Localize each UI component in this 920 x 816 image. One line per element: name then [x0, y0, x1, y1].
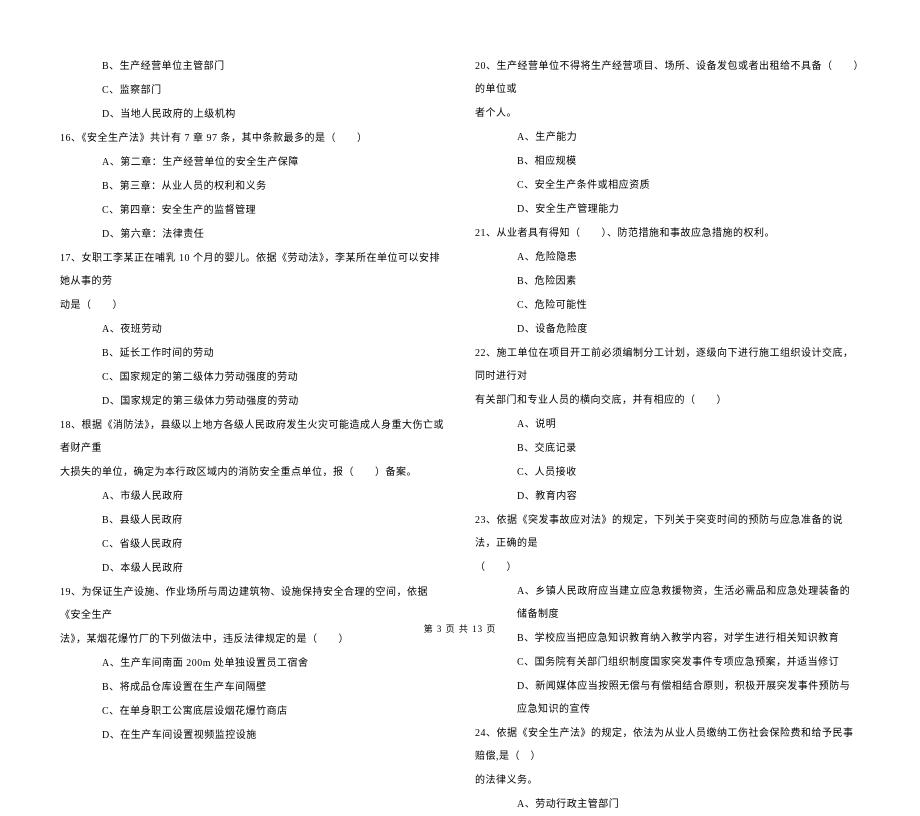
q15-option-b: B、生产经营单位主管部门: [60, 55, 445, 78]
q19-stem-1: 19、为保证生产设施、作业场所与周边建筑物、设施保持安全合理的空间，依据《安全生…: [60, 581, 445, 627]
q20-option-b: B、相应规模: [475, 150, 860, 173]
q17-option-a: A、夜班劳动: [60, 318, 445, 341]
q20-stem-1: 20、生产经营单位不得将生产经营项目、场所、设备发包或者出租给不具备（ ）的单位…: [475, 55, 860, 101]
q19-option-d: D、在生产车间设置视频监控设施: [60, 724, 445, 747]
q22-stem-1: 22、施工单位在项目开工前必须编制分工计划，逐级向下进行施工组织设计交底，同时进…: [475, 342, 860, 388]
q21-stem: 21、从业者具有得知（ ）、防范措施和事故应急措施的权利。: [475, 222, 860, 245]
q24-option-a: A、劳动行政主管部门: [475, 793, 860, 816]
q16-option-d: D、第六章：法律责任: [60, 223, 445, 246]
left-column: B、生产经营单位主管部门 C、监察部门 D、当地人民政府的上级机构 16、《安全…: [60, 55, 445, 615]
q24-stem-2: 的法律义务。: [475, 769, 860, 792]
q18-option-b: B、县级人民政府: [60, 509, 445, 532]
q17-stem-2: 动是（ ）: [60, 294, 445, 317]
page-footer: 第 3 页 共 13 页: [0, 622, 920, 635]
q22-option-d: D、教育内容: [475, 485, 860, 508]
q18-stem-2: 大损失的单位，确定为本行政区域内的消防安全重点单位，报（ ）备案。: [60, 461, 445, 484]
q18-option-a: A、市级人民政府: [60, 485, 445, 508]
q20-option-c: C、安全生产条件或相应资质: [475, 174, 860, 197]
page-container: B、生产经营单位主管部门 C、监察部门 D、当地人民政府的上级机构 16、《安全…: [60, 55, 860, 615]
q17-option-b: B、延长工作时间的劳动: [60, 342, 445, 365]
q22-option-c: C、人员接收: [475, 461, 860, 484]
q22-option-b: B、交底记录: [475, 437, 860, 460]
q20-stem-2: 者个人。: [475, 102, 860, 125]
q15-option-d: D、当地人民政府的上级机构: [60, 103, 445, 126]
q21-option-a: A、危险隐患: [475, 246, 860, 269]
q19-option-a: A、生产车间南面 200m 处单独设置员工宿舍: [60, 652, 445, 675]
q18-option-d: D、本级人民政府: [60, 557, 445, 580]
q19-option-b: B、将成品仓库设置在生产车间隔壁: [60, 676, 445, 699]
q18-option-c: C、省级人民政府: [60, 533, 445, 556]
q21-option-d: D、设备危险度: [475, 318, 860, 341]
q16-option-b: B、第三章：从业人员的权利和义务: [60, 175, 445, 198]
right-column: 20、生产经营单位不得将生产经营项目、场所、设备发包或者出租给不具备（ ）的单位…: [475, 55, 860, 615]
q17-option-d: D、国家规定的第三级体力劳动强度的劳动: [60, 390, 445, 413]
q16-option-c: C、第四章：安全生产的监督管理: [60, 199, 445, 222]
q17-stem-1: 17、女职工李某正在哺乳 10 个月的婴儿。依据《劳动法》，李某所在单位可以安排…: [60, 247, 445, 293]
q24-stem-1: 24、依据《安全生产法》的规定，依法为从业人员缴纳工伤社会保险费和给予民事赔偿,…: [475, 722, 860, 768]
q20-option-d: D、安全生产管理能力: [475, 198, 860, 221]
q15-option-c: C、监察部门: [60, 79, 445, 102]
q20-option-a: A、生产能力: [475, 126, 860, 149]
q23-stem-2: （ ）: [475, 556, 860, 579]
q22-option-a: A、说明: [475, 413, 860, 436]
q18-stem-1: 18、根据《消防法》，县级以上地方各级人民政府发生火灾可能造成人身重大伤亡或者财…: [60, 414, 445, 460]
q19-option-c: C、在单身职工公寓底层设烟花爆竹商店: [60, 700, 445, 723]
q23-option-a: A、乡镇人民政府应当建立应急救援物资，生活必需品和应急处理装备的储备制度: [475, 580, 860, 626]
q23-option-d: D、新闻媒体应当按照无偿与有偿相结合原则，积极开展突发事件预防与应急知识的宣传: [475, 675, 860, 721]
q23-stem-1: 23、依据《突发事故应对法》的规定，下列关于突变时间的预防与应急准备的说法，正确…: [475, 509, 860, 555]
q21-option-b: B、危险因素: [475, 270, 860, 293]
q22-stem-2: 有关部门和专业人员的横向交底，并有相应的（ ）: [475, 389, 860, 412]
q21-option-c: C、危险可能性: [475, 294, 860, 317]
q17-option-c: C、国家规定的第二级体力劳动强度的劳动: [60, 366, 445, 389]
q16-option-a: A、第二章：生产经营单位的安全生产保障: [60, 151, 445, 174]
q16-stem: 16、《安全生产法》共计有 7 章 97 条，其中条款最多的是（ ）: [60, 127, 445, 150]
q23-option-c: C、国务院有关部门组织制度国家突发事件专项应急预案，并适当修订: [475, 651, 860, 674]
